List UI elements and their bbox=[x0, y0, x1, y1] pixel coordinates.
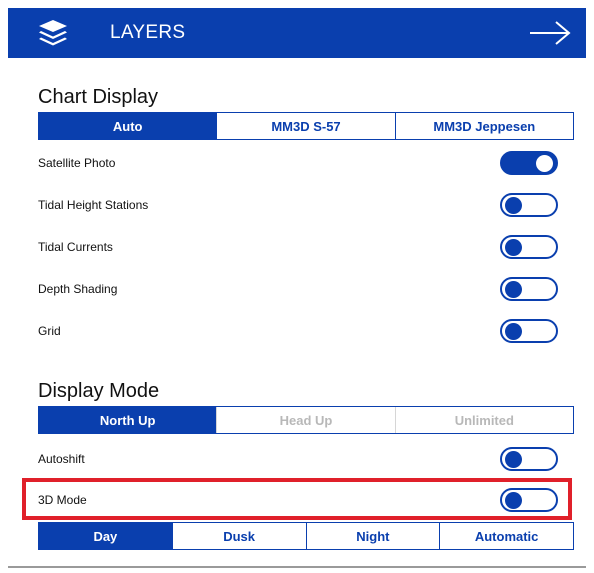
3d-mode-toggle[interactable] bbox=[500, 488, 558, 512]
layers-header: LAYERS bbox=[8, 8, 586, 58]
chart-display-option-mm3d-jeppesen[interactable]: MM3D Jeppesen bbox=[394, 113, 573, 139]
grid-label: Grid bbox=[38, 324, 61, 338]
satellite-photo-toggle[interactable] bbox=[500, 151, 558, 175]
header-title: LAYERS bbox=[110, 22, 186, 43]
chart-display-option-mm3d-s57[interactable]: MM3D S-57 bbox=[216, 113, 394, 139]
display-mode-option-north-up[interactable]: North Up bbox=[39, 407, 217, 433]
depth-shading-label: Depth Shading bbox=[38, 282, 118, 296]
chart-display-segmented-control: Auto MM3D S-57 MM3D Jeppesen bbox=[38, 112, 574, 140]
layers-icon bbox=[39, 20, 67, 46]
palette-option-automatic[interactable]: Automatic bbox=[439, 523, 573, 549]
toggle-knob bbox=[505, 197, 522, 214]
depth-shading-toggle[interactable] bbox=[500, 277, 558, 301]
palette-option-dusk[interactable]: Dusk bbox=[171, 523, 306, 549]
chart-display-title: Chart Display bbox=[38, 86, 159, 108]
3d-mode-highlight-box bbox=[22, 478, 572, 520]
display-mode-option-unlimited: Unlimited bbox=[394, 407, 573, 433]
toggle-knob bbox=[505, 239, 522, 256]
display-mode-segmented-control: North Up Head Up Unlimited bbox=[38, 406, 574, 434]
toggle-knob bbox=[505, 492, 522, 509]
satellite-photo-label: Satellite Photo bbox=[38, 156, 116, 170]
palette-option-night[interactable]: Night bbox=[305, 523, 440, 549]
palette-segmented-control: Day Dusk Night Automatic bbox=[38, 522, 574, 550]
autoshift-label: Autoshift bbox=[38, 452, 85, 466]
toggle-knob bbox=[505, 281, 522, 298]
toggle-knob bbox=[505, 323, 522, 340]
arrow-right-icon[interactable] bbox=[528, 20, 572, 46]
palette-option-day[interactable]: Day bbox=[39, 523, 172, 549]
tidal-currents-label: Tidal Currents bbox=[38, 240, 113, 254]
grid-toggle[interactable] bbox=[500, 319, 558, 343]
autoshift-toggle[interactable] bbox=[500, 447, 558, 471]
bottom-divider bbox=[8, 566, 586, 568]
3d-mode-label: 3D Mode bbox=[38, 493, 87, 507]
tidal-currents-toggle[interactable] bbox=[500, 235, 558, 259]
chart-display-option-auto[interactable]: Auto bbox=[39, 113, 217, 139]
display-mode-title: Display Mode bbox=[38, 380, 160, 402]
toggle-knob bbox=[505, 451, 522, 468]
tidal-height-stations-label: Tidal Height Stations bbox=[38, 198, 149, 212]
toggle-knob bbox=[536, 155, 553, 172]
tidal-height-stations-toggle[interactable] bbox=[500, 193, 558, 217]
display-mode-option-head-up: Head Up bbox=[216, 407, 394, 433]
